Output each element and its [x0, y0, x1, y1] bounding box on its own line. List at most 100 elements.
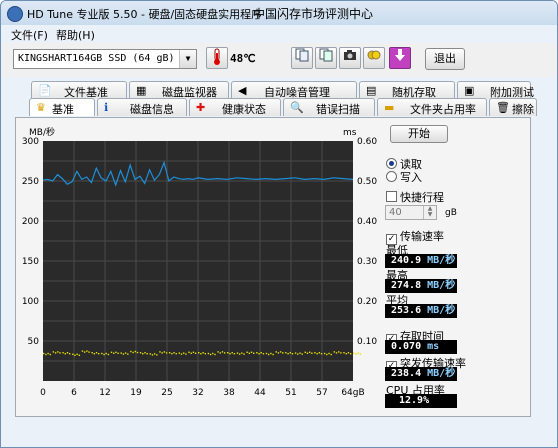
- access-time-point: [117, 352, 119, 354]
- access-time-point: [223, 352, 226, 354]
- tab-label: 错误扫描: [316, 103, 360, 116]
- drive-select[interactable]: KINGSHART164GB SSD (64 gB) ▼: [13, 49, 197, 69]
- app-icon: [7, 6, 23, 22]
- access-time-point: [103, 353, 105, 356]
- access-time-point: [233, 353, 236, 355]
- access-time-point: [289, 352, 291, 354]
- tab-benchmark[interactable]: ♛ 基准: [29, 98, 95, 116]
- write-label: 写入: [400, 171, 422, 184]
- start-button[interactable]: 开始: [390, 125, 448, 143]
- camera-icon[interactable]: [339, 47, 361, 69]
- access-time-point: [241, 352, 243, 354]
- file-benchmark-icon: 📄: [38, 84, 52, 97]
- tab-noise-management[interactable]: ◀ 自动噪音管理: [231, 81, 357, 99]
- access-time-point: [134, 350, 136, 353]
- info-icon: ℹ: [104, 101, 109, 114]
- tab-health[interactable]: ✚ 健康状态: [189, 98, 281, 116]
- x-tick-label: 6: [71, 388, 77, 398]
- tab-erase[interactable]: 🗑 擦除: [489, 98, 537, 116]
- y-left-tick-label: 200: [22, 217, 39, 227]
- access-time-point: [248, 352, 251, 354]
- access-time-point: [62, 352, 64, 354]
- access-time-point: [124, 352, 127, 354]
- stepper-arrows-icon[interactable]: ▲ ▼: [423, 206, 436, 219]
- access-time-point: [297, 353, 299, 355]
- y-right-label: ms: [343, 128, 357, 138]
- access-time-point: [221, 351, 224, 353]
- access-time-point: [349, 353, 352, 355]
- title-bar: HD Tune 专业版 5.50 - 硬盘/固态硬盘实用程序 中国闪存市场评测中…: [1, 1, 557, 25]
- access-time-point: [214, 353, 216, 356]
- access-time-point: [161, 352, 163, 354]
- tab-folder-usage[interactable]: ▬ 文件夹占用率: [377, 98, 487, 116]
- x-tick-label: 38: [223, 388, 235, 398]
- tab-disk-monitor[interactable]: ▦ 磁盘监视器: [129, 81, 229, 99]
- write-radio[interactable]: 写入: [386, 169, 422, 185]
- access-time-point: [256, 352, 258, 354]
- save-icon[interactable]: [363, 47, 385, 69]
- access-time-point: [45, 353, 47, 356]
- access-time-point: [54, 352, 57, 354]
- x-tick-label: 32: [192, 388, 203, 398]
- tab-label: 基准: [52, 103, 74, 116]
- y-left-tick-label: 100: [22, 297, 39, 307]
- access-time-point: [127, 353, 129, 355]
- access-time-point: [285, 352, 287, 354]
- tab-disk-info[interactable]: ℹ 磁盘信息: [97, 98, 187, 116]
- access-time-point: [304, 351, 306, 353]
- y-right-tick-label: 0.40: [357, 217, 377, 227]
- tab-random-access[interactable]: ▤ 随机存取: [359, 81, 455, 99]
- cpu-readout: 12.9%: [385, 394, 457, 408]
- access-time-point: [83, 351, 86, 353]
- copy-alt-icon[interactable]: [315, 47, 337, 69]
- y-right-tick-label: 0.50: [357, 177, 377, 187]
- access-time-point: [105, 352, 107, 355]
- access-time-point: [231, 352, 233, 354]
- access-time-point: [268, 353, 270, 356]
- access-time-point: [306, 352, 309, 354]
- window-title-extra: 中国闪存市场评测中心: [253, 7, 374, 21]
- access-time-point: [66, 352, 69, 354]
- copy-icon[interactable]: [291, 47, 313, 69]
- access-time-point: [217, 351, 219, 353]
- access-time-point: [338, 351, 340, 353]
- exit-button[interactable]: 退出: [425, 48, 465, 70]
- tab-extra-tests[interactable]: ▣ 附加测试: [457, 81, 534, 99]
- tab-file-benchmark[interactable]: 📄 文件基准: [31, 81, 127, 99]
- access-time-point: [311, 352, 313, 354]
- access-time-point: [113, 352, 115, 354]
- access-time-point: [359, 353, 361, 355]
- access-time-point: [316, 353, 318, 355]
- access-time-point: [165, 352, 168, 354]
- access-time-point: [301, 353, 303, 355]
- y-left-tick-label: 150: [22, 257, 39, 267]
- tab-label: 文件夹占用率: [410, 103, 476, 116]
- access-time-point: [68, 353, 71, 355]
- quick-stepper[interactable]: 40 ▲ ▼: [385, 205, 437, 220]
- menu-file[interactable]: 文件(F): [11, 27, 48, 43]
- access-time-point: [357, 352, 359, 354]
- access-time-point: [110, 351, 113, 353]
- benchmark-icon: ♛: [36, 101, 46, 114]
- access-time-point: [136, 351, 139, 354]
- benchmark-chart: 30025020015010050 0.600.500.400.300.200.…: [22, 126, 378, 398]
- x-tick-label: 19: [130, 388, 142, 398]
- access-time-point: [156, 354, 158, 356]
- quick-checkbox-box: [386, 191, 397, 202]
- access-time-point: [212, 352, 214, 355]
- access-time-point: [49, 353, 51, 356]
- access-time-point: [122, 353, 125, 355]
- download-icon[interactable]: [389, 47, 411, 69]
- access-time-point: [353, 352, 355, 354]
- tab-error-scan[interactable]: 🔍 错误扫描: [283, 98, 375, 116]
- menu-help[interactable]: 帮助(H): [56, 27, 95, 43]
- access-time-point: [238, 353, 241, 355]
- access-time-point: [258, 353, 260, 355]
- extra-tests-icon: ▣: [464, 84, 475, 97]
- access-time-point: [318, 352, 321, 354]
- quick-unit: gB: [445, 208, 457, 218]
- x-tick-label: 57: [316, 388, 327, 398]
- thermometer-icon[interactable]: [206, 47, 228, 69]
- quick-checkbox[interactable]: 快捷行程: [386, 189, 444, 205]
- chevron-down-icon[interactable]: ▼: [179, 50, 196, 68]
